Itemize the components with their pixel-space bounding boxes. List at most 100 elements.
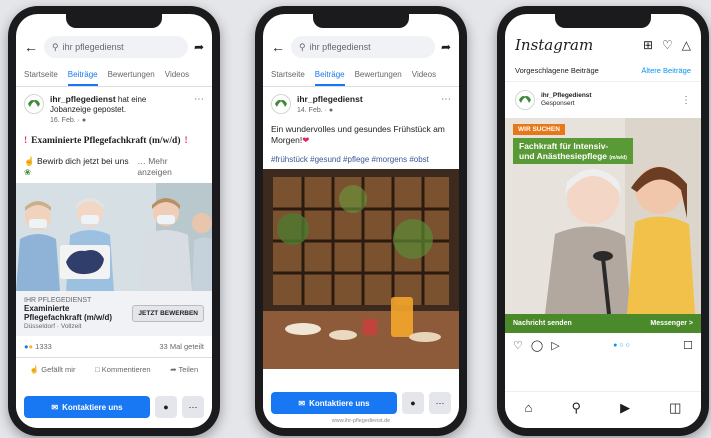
ad-photo[interactable]: WIR SUCHEN Fachkraft für Intensiv- und A… (505, 118, 701, 314)
instagram-logo[interactable]: Instagram (515, 36, 593, 54)
post-header: ihr_pflegedienst hat eine Jobanzeige gep… (16, 87, 212, 130)
ad-title-banner: Fachkraft für Intensiv- und Anästhesiepf… (513, 138, 633, 165)
home-icon[interactable]: ⌂ (525, 400, 533, 416)
ad-title-line2: und Anästhesiepflege (519, 151, 608, 162)
comment-label: Kommentieren (101, 364, 151, 374)
back-arrow-icon[interactable]: ← (271, 39, 285, 55)
send-message-bar[interactable]: Nachricht senden Messenger > (505, 314, 701, 333)
reels-icon[interactable]: ▶ (620, 400, 630, 416)
more-icon[interactable]: ⋯ (441, 94, 451, 116)
comment-icon[interactable]: ◯ (531, 339, 543, 352)
post-actions: ♡ ◯ ▷ ● ○ ○ ☐ (505, 333, 701, 358)
apply-button[interactable]: JETZT BEWERBEN (132, 304, 204, 322)
contact-button[interactable]: ✉ Kontaktiere uns (24, 396, 150, 418)
headline-text: Examinierte Pflegefachkraft (m/w/d) (31, 135, 181, 146)
tab-beitraege[interactable]: Beiträge (314, 70, 345, 86)
share-icon[interactable]: ➦ (441, 40, 451, 54)
exclamation-icon: ! (184, 135, 188, 146)
suggested-label: Vorgeschlagene Beiträge (515, 66, 599, 75)
share-icon[interactable]: ➦ (194, 40, 204, 54)
header-icons: ⊞ ♡ △ (643, 38, 691, 52)
more-icon: ⋯ (435, 397, 445, 408)
share-label: Teilen (178, 364, 199, 374)
reaction-count[interactable]: 1333 (35, 342, 52, 351)
heart-icon[interactable]: ♡ (662, 38, 673, 52)
tab-videos[interactable]: Videos (165, 70, 189, 86)
avatar[interactable] (271, 94, 291, 114)
account-name[interactable]: ihr_Pflegedienst (541, 92, 592, 99)
messenger-button[interactable]: ● (155, 396, 177, 418)
tab-bewertungen[interactable]: Bewertungen (108, 70, 155, 86)
job-ad-card[interactable]: IHR PFLEGEDIENST Examinierte Pflegefachk… (16, 290, 212, 336)
tab-bewertungen[interactable]: Bewertungen (355, 70, 402, 86)
send-message-label: Nachricht senden (513, 320, 572, 327)
back-arrow-icon[interactable]: ← (24, 39, 38, 55)
heart-icon[interactable]: ♡ (513, 339, 523, 352)
post-date: 14. Feb. · (297, 107, 329, 114)
fb-page-tabs: Startseite Beiträge Bewertungen Videos (263, 64, 459, 87)
like-label: Gefällt mir (41, 364, 76, 374)
carousel-dots-icon: ● ○ ○ (613, 342, 630, 349)
post-meta: ihr_pflegedienst 14. Feb. · ● (297, 94, 435, 116)
fb-page-tabs: Startseite Beiträge Bewertungen Videos (16, 64, 212, 87)
avatar[interactable] (24, 94, 44, 114)
tab-beitraege[interactable]: Beiträge (67, 70, 98, 86)
share-icon[interactable]: ▷ (551, 339, 559, 352)
phone-notch (555, 14, 651, 28)
search-icon[interactable]: ⚲ (571, 400, 581, 416)
direct-message-icon[interactable]: △ (682, 38, 691, 52)
messenger-icon: ● (410, 398, 416, 408)
post-body: Bewirb dich jetzt bei uns (36, 155, 129, 166)
mail-icon: ✉ (298, 398, 306, 408)
page-name[interactable]: ihr_pflegedienst (297, 94, 363, 104)
phone-instagram-ad: Instagram ⊞ ♡ △ Vorgeschlagene Beiträge … (497, 6, 709, 436)
search-input[interactable]: ⚲ ihr pflegedienst (291, 36, 435, 58)
comment-icon: □ (95, 364, 100, 374)
search-placeholder: ihr pflegedienst (309, 42, 371, 52)
bookmark-icon[interactable]: ☐ (683, 339, 693, 352)
globe-icon: ● (81, 117, 87, 124)
phone-notch (66, 14, 162, 28)
more-icon: ⋯ (188, 401, 198, 412)
comment-button[interactable]: □ Kommentieren (95, 365, 150, 374)
phone-screen: Instagram ⊞ ♡ △ Vorgeschlagene Beiträge … (505, 14, 701, 428)
tab-startseite[interactable]: Startseite (24, 70, 58, 86)
share-arrow-icon: ➦ (170, 364, 177, 374)
post-text: ☝ Bewirb dich jetzt bei uns ❀ … Mehr anz… (16, 152, 212, 183)
more-icon[interactable]: ⋮ (681, 95, 691, 106)
more-link[interactable]: … Mehr anzeigen (137, 156, 204, 179)
more-options-button[interactable]: ⋯ (182, 396, 204, 418)
post-headline: ! Examinierte Pflegefachkraft (m/w/d) ! (16, 130, 212, 152)
instagram-header: Instagram ⊞ ♡ △ (505, 32, 701, 60)
new-post-icon[interactable]: ⊞ (643, 38, 653, 52)
more-icon[interactable]: ⋯ (194, 94, 204, 126)
share-button[interactable]: ➦ Teilen (170, 365, 198, 374)
shop-icon[interactable]: ◫ (669, 400, 681, 416)
avatar[interactable] (515, 90, 535, 110)
footer-url[interactable]: www.ihr-pflegedienst.de (263, 418, 459, 424)
messenger-icon: ● (163, 402, 169, 412)
like-button[interactable]: ☝ Gefällt mir (30, 365, 76, 374)
contact-button[interactable]: ✉ Kontaktiere uns (271, 392, 397, 414)
breakfast-photo[interactable] (263, 169, 459, 370)
ad-company: IHR PFLEGEDIENST (24, 296, 92, 304)
tab-videos[interactable]: Videos (412, 70, 436, 86)
phone-facebook-breakfast-post: ← ⚲ ihr pflegedienst ➦ Startseite Beiträ… (255, 6, 467, 436)
we-are-hiring-badge: WIR SUCHEN (513, 124, 565, 135)
older-posts-link[interactable]: Ältere Beiträge (641, 66, 691, 75)
more-options-button[interactable]: ⋯ (429, 392, 451, 414)
tab-startseite[interactable]: Startseite (271, 70, 305, 86)
hashtags[interactable]: #frühstück #gesund #pflege #morgens #obs… (263, 151, 459, 169)
job-photo[interactable] (16, 182, 212, 291)
leaf-logo-icon (28, 100, 40, 107)
messenger-button[interactable]: ● (402, 392, 424, 414)
haha-reaction-icon: ● (28, 341, 34, 351)
post-header: ihr_Pflegedienst Gesponsert ⋮ (505, 82, 701, 118)
leaf-logo-icon (275, 100, 287, 107)
search-input[interactable]: ⚲ ihr pflegedienst (44, 36, 188, 58)
share-count[interactable]: 33 Mal geteilt (159, 342, 204, 351)
exclamation-icon: ! (24, 135, 28, 146)
breakfast-table-illustration (263, 169, 459, 370)
page-name[interactable]: ihr_pflegedienst (50, 94, 116, 104)
post-body: Ein wundervolles und gesundes Frühstück … (271, 123, 445, 146)
